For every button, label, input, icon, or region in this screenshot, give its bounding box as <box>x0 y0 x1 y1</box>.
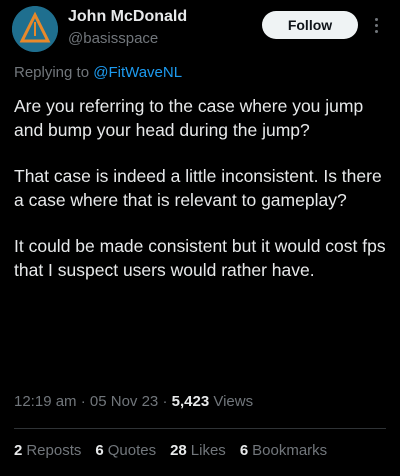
tweet-text: Are you referring to the case where you … <box>14 94 390 304</box>
likes-stat[interactable]: 28 Likes <box>170 442 226 459</box>
bookmarks-count: 6 <box>239 442 249 459</box>
tweet-paragraph: Are you referring to the case where you … <box>14 96 364 140</box>
tweet-paragraph: It could be made consistent but it would… <box>14 236 386 280</box>
engagement-stats: 2 Reposts 6 Quotes 28 Likes 6 Bookmarks <box>14 442 327 459</box>
reposts-count: 2 <box>14 442 23 459</box>
author-name[interactable]: John McDonald <box>68 8 187 26</box>
quotes-stat[interactable]: 6 Quotes <box>95 442 156 459</box>
bookmarks-stat[interactable]: 6 Bookmarks <box>240 442 327 459</box>
views-label: Views <box>209 393 254 410</box>
views-count: 5,423 <box>171 393 210 410</box>
reposts-stat[interactable]: 2 Reposts <box>14 442 81 459</box>
triangle-logo-icon <box>12 6 58 52</box>
replying-to-prefix: Replying to <box>14 64 94 81</box>
avatar[interactable] <box>12 6 58 52</box>
replying-to: Replying to @FitWaveNL <box>14 64 182 81</box>
tweet-paragraph: That case is indeed a little inconsisten… <box>14 166 382 210</box>
divider <box>14 428 386 429</box>
bookmarks-label: Bookmarks <box>252 442 328 459</box>
quotes-count: 6 <box>95 442 104 459</box>
likes-label: Likes <box>190 442 226 459</box>
tweet-time[interactable]: 12:19 am <box>14 393 77 410</box>
quotes-label: Quotes <box>107 442 157 459</box>
more-vertical-icon[interactable] <box>368 12 384 38</box>
author-handle[interactable]: @basisspace <box>68 30 158 47</box>
meta-separator: · <box>76 393 90 410</box>
tweet-meta: 12:19 am · 05 Nov 23 · 5,423 Views <box>14 393 253 410</box>
tweet-date[interactable]: 05 Nov 23 <box>90 393 158 410</box>
likes-count: 28 <box>170 442 187 459</box>
follow-button[interactable]: Follow <box>262 11 358 39</box>
meta-separator: · <box>158 393 172 410</box>
replying-to-link[interactable]: @FitWaveNL <box>93 64 182 81</box>
reposts-label: Reposts <box>26 442 82 459</box>
